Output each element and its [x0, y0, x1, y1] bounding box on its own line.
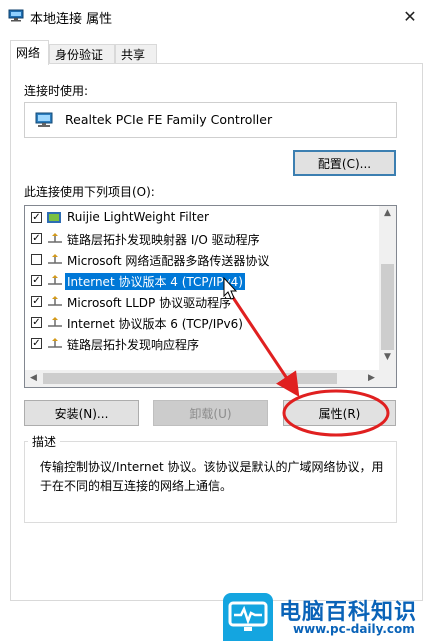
item-checkbox[interactable]: [31, 338, 42, 349]
item-checkbox[interactable]: [31, 296, 42, 307]
items-label: 此连接使用下列项目(O):: [24, 185, 155, 199]
item-checkbox[interactable]: [31, 317, 42, 328]
list-item[interactable]: 链路层拓扑发现响应程序: [25, 334, 380, 354]
install-button[interactable]: 安装(N)...: [24, 400, 139, 426]
protocol-icon: [48, 254, 62, 264]
configure-button[interactable]: 配置(C)...: [293, 150, 396, 176]
list-item[interactable]: 链路层拓扑发现映射器 I/O 驱动程序: [25, 229, 380, 249]
item-label: Internet 协议版本 4 (TCP/IPv4): [65, 273, 245, 290]
protocol-icon: [48, 338, 62, 348]
list-item[interactable]: Ruijie LightWeight Filter: [25, 208, 380, 228]
item-checkbox[interactable]: [31, 254, 42, 265]
tab-network[interactable]: 网络: [10, 40, 49, 65]
item-label: 链路层拓扑发现响应程序: [67, 338, 200, 352]
list-item[interactable]: Microsoft LLDP 协议驱动程序: [25, 292, 380, 312]
protocol-icon: [48, 275, 62, 285]
list-item[interactable]: Internet 协议版本 6 (TCP/IPv6): [25, 313, 380, 333]
description-line: 传输控制协议/Internet 协议。该协议是默认的广域网络协议，用: [40, 460, 384, 474]
item-checkbox[interactable]: [31, 233, 42, 244]
item-label: Internet 协议版本 6 (TCP/IPv6): [67, 317, 243, 331]
item-checkbox[interactable]: [31, 275, 42, 286]
horizontal-scrollbar[interactable]: ◀ ▶: [25, 370, 380, 387]
item-checkbox[interactable]: [31, 212, 42, 223]
list-item-selected[interactable]: Internet 协议版本 4 (TCP/IPv4): [25, 271, 380, 291]
list-item[interactable]: Microsoft 网络适配器多路传送器协议: [25, 250, 380, 270]
item-label: Microsoft LLDP 协议驱动程序: [67, 296, 232, 310]
description-text: 传输控制协议/Internet 协议。该协议是默认的广域网络协议，用 于在不同的…: [40, 458, 388, 496]
filter-icon: [47, 212, 61, 223]
description-line: 于在不同的相互连接的网络上通信。: [40, 479, 233, 493]
protocol-icon: [48, 296, 62, 306]
close-icon: ✕: [403, 6, 417, 26]
item-label: Microsoft 网络适配器多路传送器协议: [67, 254, 270, 268]
tab-sharing[interactable]: 共享: [115, 44, 157, 64]
description-title: 描述: [28, 433, 61, 450]
network-connection-icon: [8, 9, 24, 22]
monitor-logo-icon: [223, 593, 273, 641]
tab-authentication[interactable]: 身份验证: [49, 44, 115, 64]
connect-using-label: 连接时使用:: [24, 84, 89, 98]
scroll-right-icon[interactable]: ▶: [363, 373, 380, 383]
uninstall-button[interactable]: 卸载(U): [153, 400, 268, 426]
scroll-left-icon[interactable]: ◀: [25, 373, 42, 383]
vertical-scroll-thumb[interactable]: [381, 264, 394, 350]
scroll-up-icon[interactable]: ▲: [379, 208, 396, 218]
scrollbar-corner: [379, 370, 396, 387]
item-label: Ruijie LightWeight Filter: [67, 210, 209, 224]
network-adapter-icon: [35, 112, 53, 127]
close-button[interactable]: ✕: [387, 0, 433, 32]
window-title: 本地连接 属性: [30, 12, 113, 27]
adapter-name: Realtek PCIe FE Family Controller: [65, 112, 273, 127]
horizontal-scroll-thumb[interactable]: [43, 373, 337, 384]
title-bar: 本地连接 属性 ✕: [0, 0, 433, 32]
watermark-url: www.pc-daily.com: [293, 622, 415, 636]
item-label: 链路层拓扑发现映射器 I/O 驱动程序: [67, 233, 260, 247]
scroll-down-icon[interactable]: ▼: [379, 352, 396, 362]
vertical-scrollbar[interactable]: ▲ ▼: [379, 206, 396, 370]
watermark-logo: 电脑百科知识 www.pc-daily.com: [223, 593, 433, 641]
protocol-icon: [48, 233, 62, 243]
protocol-icon: [48, 317, 62, 327]
items-listbox[interactable]: Ruijie LightWeight Filter 链路层拓扑发现映射器 I/O…: [24, 205, 397, 388]
properties-button[interactable]: 属性(R): [283, 400, 396, 426]
adapter-box: Realtek PCIe FE Family Controller: [24, 102, 397, 138]
